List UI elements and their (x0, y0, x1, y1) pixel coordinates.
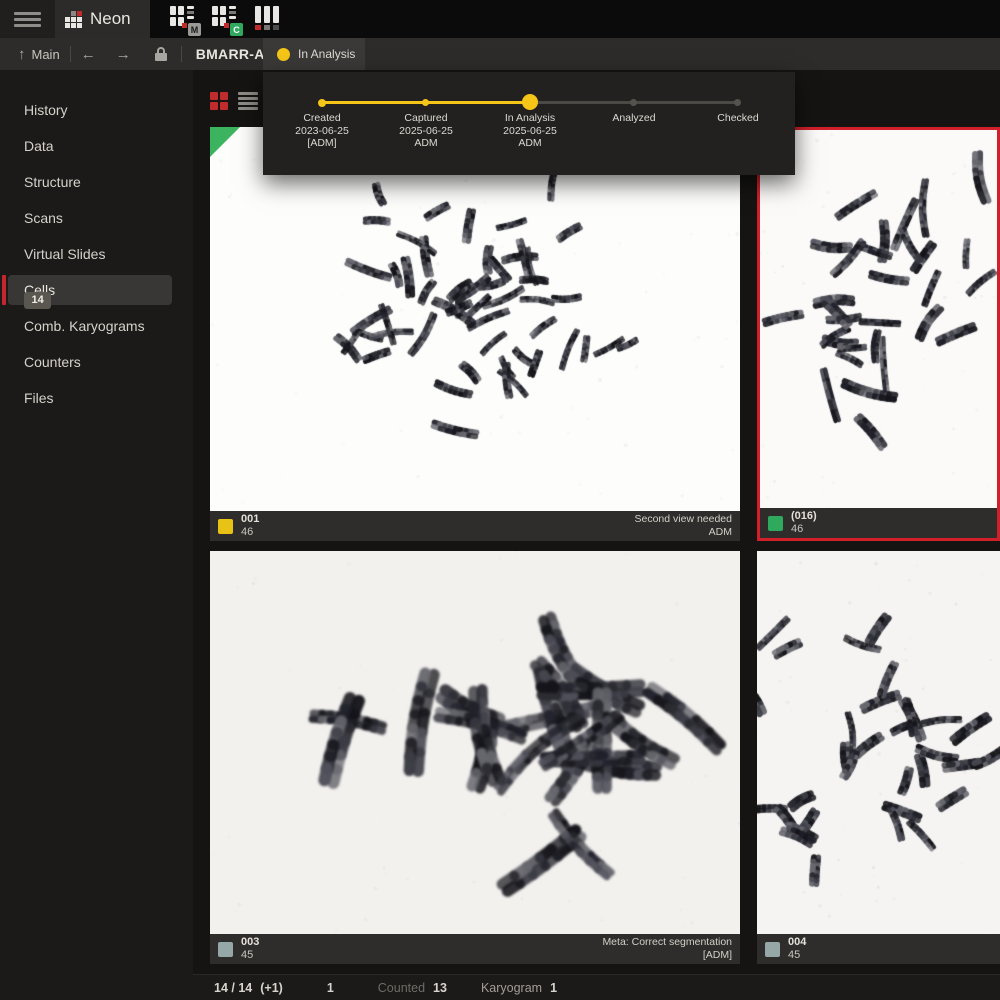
cell-footer: 004 45 (757, 934, 1000, 964)
extra-count: (+1) (260, 981, 283, 995)
workflow-step-checked: Checked (683, 112, 793, 125)
cells-shown-count: 14 / 14 (214, 981, 252, 995)
lock-button[interactable] (141, 38, 181, 70)
forward-icon: → (116, 46, 131, 63)
workflow-step-in-analysis: In Analysis2025-06-25ADM (475, 112, 585, 150)
chromosome-count: 45 (241, 949, 259, 962)
active-indicator (2, 275, 6, 305)
cell-footer: 001 46 Second view needed ADM (210, 511, 740, 541)
step-dot-in-analysis[interactable] (522, 94, 538, 110)
badge-m: M (188, 23, 201, 36)
cell-footer: 003 45 Meta: Correct segmentation [ADM] (210, 934, 740, 964)
sidebar-item-files[interactable]: Files (0, 380, 193, 416)
sidebar-item-comb-karyograms[interactable]: Comb. Karyograms (0, 308, 193, 344)
counted-label: Counted (378, 981, 425, 995)
navigation-bar: ↑ Main ← → BMARR-A In Analysis (0, 38, 1000, 70)
cell-note-user: [ADM] (703, 949, 732, 961)
back-icon: ← (81, 46, 96, 63)
gallery-window-icon[interactable] (252, 3, 284, 35)
forward-button[interactable]: → (106, 38, 141, 70)
counted-value: 13 (433, 981, 447, 995)
cell-gallery: 001 46 Second view needed ADM (016) 46 0… (193, 70, 1000, 1000)
status-dot-icon (277, 48, 290, 61)
karyogram-window-icon[interactable]: C (210, 3, 242, 35)
step-dot-captured[interactable] (422, 99, 429, 106)
gallery-status-bar: 14 / 14 (+1) 1 Counted 13 Karyogram 1 (193, 974, 1000, 1000)
cell-status-swatch (768, 516, 783, 531)
app-title: Neon (90, 9, 131, 29)
go-to-main-button[interactable]: ↑ Main (8, 38, 70, 70)
sidebar-item-scans[interactable]: Scans (0, 200, 193, 236)
list-view-icon[interactable] (238, 92, 258, 110)
cell-id: 003 (241, 936, 259, 949)
workflow-step-created: Created2023-06-25[ADM] (267, 112, 377, 150)
cell-status-swatch (218, 942, 233, 957)
cell-id: 004 (788, 936, 806, 949)
cell-status-swatch (218, 519, 233, 534)
selected-count: 1 (327, 981, 334, 995)
badge-c: C (230, 23, 243, 36)
workflow-step-analyzed: Analyzed (579, 112, 689, 125)
grid-view-icon[interactable] (210, 92, 228, 110)
neon-logo-icon (65, 11, 82, 28)
cell-status-swatch (765, 942, 780, 957)
cell-note: Second view needed (635, 513, 733, 525)
sidebar-item-history[interactable]: History (0, 92, 193, 128)
up-icon: ↑ (18, 46, 26, 63)
cell-note-user: ADM (709, 526, 732, 538)
main-label: Main (32, 47, 60, 62)
view-toolbar (210, 92, 258, 110)
step-dot-created[interactable] (318, 99, 326, 107)
sidebar-item-counters[interactable]: Counters (0, 344, 193, 380)
metaphase-window-icon[interactable]: M (168, 3, 200, 35)
workflow-step-captured: Captured2025-06-25ADM (371, 112, 481, 150)
sidebar-item-data[interactable]: Data (0, 128, 193, 164)
cell-thumbnail-003[interactable]: 003 45 Meta: Correct segmentation [ADM] (210, 551, 740, 964)
open-windows: M C (163, 0, 284, 38)
chromosome-count: 46 (791, 523, 817, 536)
back-button[interactable]: ← (71, 38, 106, 70)
sidebar-item-cells[interactable]: Cells 14 (0, 272, 193, 308)
cell-note: Meta: Correct segmentation (602, 936, 732, 948)
app-tab[interactable]: Neon (55, 0, 150, 38)
cell-id: 001 (241, 513, 259, 526)
lock-icon (155, 47, 167, 61)
cell-thumbnail-004[interactable]: 004 45 (757, 551, 1000, 964)
cell-thumbnail-001[interactable]: 001 46 Second view needed ADM (210, 127, 740, 541)
step-dot-analyzed[interactable] (630, 99, 637, 106)
step-dot-checked[interactable] (734, 99, 741, 106)
chromosome-count: 46 (241, 526, 259, 539)
cell-id: (016) (791, 510, 817, 523)
karyogram-label: Karyogram (481, 981, 542, 995)
top-bar: Neon M C (0, 0, 1000, 38)
workflow-status-popup: Created2023-06-25[ADM] Captured2025-06-2… (263, 72, 795, 175)
karyogram-value: 1 (550, 981, 557, 995)
case-status-dropdown[interactable]: In Analysis (263, 38, 365, 70)
sidebar-item-virtual-slides[interactable]: Virtual Slides (0, 236, 193, 272)
chromosome-count: 45 (788, 949, 806, 962)
cells-count-badge: 14 (24, 292, 51, 309)
status-label: In Analysis (298, 47, 355, 61)
sidebar: History Data Structure Scans Virtual Sli… (0, 70, 193, 1000)
sidebar-item-structure[interactable]: Structure (0, 164, 193, 200)
cell-thumbnail-016[interactable]: (016) 46 (757, 127, 1000, 541)
cell-footer: (016) 46 (760, 508, 997, 538)
menu-icon[interactable] (0, 0, 55, 38)
